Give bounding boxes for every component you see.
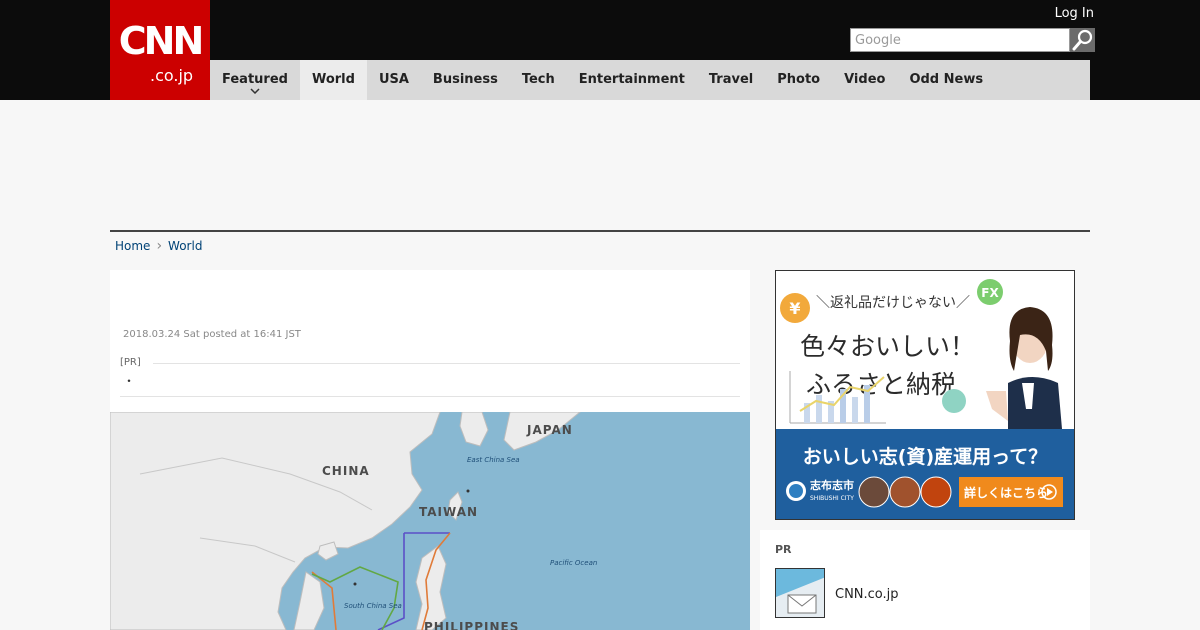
nav-item-label: Entertainment <box>578 72 685 87</box>
map-label-china: CHINA <box>322 464 370 478</box>
nav-item-label: Business <box>432 72 498 87</box>
ad-headline-2: ふるさと納税 <box>806 370 956 399</box>
nav-item-odd-news[interactable]: Odd News <box>897 60 995 100</box>
logo-domain: .co.jp <box>150 66 194 85</box>
ad-cta: 詳しくはこちら <box>964 485 1048 500</box>
nav-item-business[interactable]: Business <box>421 60 510 100</box>
breadcrumb-world[interactable]: World <box>168 239 202 253</box>
pr-thumbnail[interactable] <box>775 568 825 618</box>
ad-city-romaji: SHIBUSHI CITY <box>810 495 854 502</box>
map-label-east-china-sea: East China Sea <box>467 456 520 464</box>
article-map-image: JAPAN East China Sea CHINA TAIWAN Pacifi… <box>110 411 750 630</box>
map-label-pacific-ocean: Pacific Ocean <box>550 559 597 567</box>
breadcrumb-home[interactable]: Home <box>115 239 150 253</box>
pr-list-item[interactable]: ・ <box>123 372 135 389</box>
yen-badge: ¥ <box>789 299 800 318</box>
ad-tagline: ＼返礼品だけじゃない／ <box>816 295 970 311</box>
nav-item-label: Photo <box>777 72 821 87</box>
pr-label: [PR] <box>120 357 141 368</box>
breadcrumb: Home › World <box>115 238 202 254</box>
nav-item-label: Video <box>844 72 886 87</box>
chevron-right-icon: › <box>156 238 163 254</box>
nav-item-travel[interactable]: Travel <box>697 60 765 100</box>
nav-item-label: Featured <box>222 72 288 87</box>
pr-divider <box>153 363 740 364</box>
ad-banner-artwork: ¥ FX ＼返礼品だけじゃない／ 色々おいしい！ ふるさと納税 おいしい志(資)… <box>776 271 1074 519</box>
ad-bottom-text: おいしい志(資)産運用って？ <box>803 445 1047 468</box>
map-label-philippines: PHILIPPINES <box>424 620 519 630</box>
breadcrumb-divider <box>110 230 1090 232</box>
article-card: 2018.03.24 Sat posted at 16:41 JST [PR] … <box>110 270 750 630</box>
nav-item-label: Odd News <box>909 72 984 87</box>
map-label-south-china-sea: South China Sea <box>344 602 402 610</box>
ad-banner[interactable]: ¥ FX ＼返礼品だけじゃない／ 色々おいしい！ ふるさと納税 おいしい志(資)… <box>775 270 1075 520</box>
ad-city-name: 志布志市 <box>810 478 854 492</box>
fx-badge: FX <box>981 286 999 300</box>
pr-divider <box>120 396 740 397</box>
nav-item-video[interactable]: Video <box>832 60 897 100</box>
pr-widget-title: PR <box>775 543 792 556</box>
ad-headline-1: 色々おいしい！ <box>800 332 975 361</box>
south-china-sea-map: JAPAN East China Sea CHINA TAIWAN Pacifi… <box>110 411 750 630</box>
nav-item-label: Travel <box>708 72 754 87</box>
nav-item-world[interactable]: World <box>299 60 367 100</box>
nav-item-label: Tech <box>521 72 555 87</box>
cnn-logo[interactable]: CNN .co.jp <box>110 0 210 100</box>
nav-item-featured[interactable]: Featured <box>210 60 300 100</box>
nav-item-tech[interactable]: Tech <box>510 60 567 100</box>
pr-widget: PR CNN.co.jp <box>760 530 1090 630</box>
pr-link[interactable]: CNN.co.jp <box>835 587 899 602</box>
search-button[interactable] <box>1070 28 1095 52</box>
nav-item-usa[interactable]: USA <box>367 60 421 100</box>
nav-item-label: USA <box>378 72 409 87</box>
map-label-japan: JAPAN <box>526 423 573 437</box>
nav-item-entertainment[interactable]: Entertainment <box>567 60 697 100</box>
post-timestamp: 2018.03.24 Sat posted at 16:41 JST <box>123 329 301 340</box>
login-link[interactable]: Log In <box>1055 6 1094 21</box>
logo-wordmark: CNN <box>118 19 205 63</box>
nav-item-label: World <box>311 72 355 87</box>
nav-item-photo[interactable]: Photo <box>765 60 832 100</box>
search-icon <box>1072 29 1093 51</box>
search-input[interactable] <box>850 28 1070 52</box>
main-nav: Featured World USA Business Tech Enterta… <box>210 60 1090 100</box>
chevron-down-icon <box>250 88 260 94</box>
mail-icon <box>776 569 824 617</box>
map-label-taiwan: TAIWAN <box>419 505 478 519</box>
